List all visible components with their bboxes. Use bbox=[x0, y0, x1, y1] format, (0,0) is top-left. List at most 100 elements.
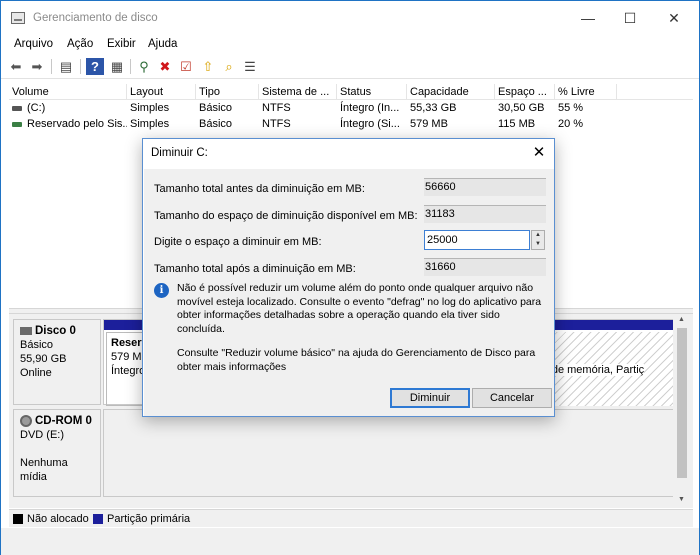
status-cell: Íntegro (In... bbox=[340, 102, 400, 114]
shrink-dialog: Diminuir C: ✕ Tamanho total antes da dim… bbox=[142, 138, 555, 417]
sistema-cell: NTFS bbox=[262, 118, 291, 130]
status-bar bbox=[1, 528, 699, 555]
spin-up-icon[interactable]: ▲ bbox=[532, 231, 544, 240]
help-text: Consulte "Reduzir volume básico" na ajud… bbox=[177, 347, 536, 373]
shrink-button[interactable]: Diminuir bbox=[390, 388, 470, 408]
layout-cell: Simples bbox=[130, 102, 170, 114]
capacidade-cell: 579 MB bbox=[410, 118, 448, 130]
capacidade-cell: 55,33 GB bbox=[410, 102, 457, 114]
menu-exibir[interactable]: Exibir bbox=[107, 38, 136, 50]
cdrom-media: Nenhuma mídia bbox=[20, 457, 68, 483]
volume-icon bbox=[12, 105, 22, 111]
disk-management-icon bbox=[11, 12, 25, 24]
connect-icon[interactable]: ⚲ bbox=[135, 58, 153, 75]
search-folder-icon[interactable]: ⌕ bbox=[220, 58, 238, 75]
close-button[interactable]: ✕ bbox=[651, 1, 697, 35]
primary-swatch bbox=[93, 514, 103, 524]
minimize-button[interactable]: — bbox=[565, 1, 611, 35]
cdrom0-label[interactable]: CD-ROM 0 DVD (E:) Nenhuma mídia bbox=[13, 409, 101, 497]
volume-cell: Reservado pelo Sis... bbox=[9, 116, 127, 132]
legend-unallocated: Não alocado bbox=[27, 513, 89, 525]
forward-icon[interactable]: ➡ bbox=[28, 58, 46, 75]
espaco-cell: 115 MB bbox=[498, 118, 536, 130]
cdrom-icon bbox=[20, 414, 32, 427]
toolbar-separator bbox=[51, 59, 52, 74]
partition-size: 579 M bbox=[111, 351, 142, 363]
dialog-close-icon[interactable]: ✕ bbox=[524, 139, 554, 167]
disk0-size: 55,90 GB bbox=[20, 353, 67, 365]
column-espaco[interactable]: Espaço ... bbox=[495, 84, 555, 100]
column-tipo[interactable]: Tipo bbox=[196, 84, 259, 100]
total-after-value: 31660 bbox=[424, 258, 546, 276]
menu-ajuda[interactable]: Ajuda bbox=[148, 38, 177, 50]
back-icon[interactable]: ⬅ bbox=[7, 58, 25, 75]
disk-icon bbox=[20, 326, 32, 335]
title-bar: Gerenciamento de disco — ☐ ✕ bbox=[1, 1, 699, 35]
available-value: 31183 bbox=[424, 205, 546, 223]
partition-status: Íntegro bbox=[111, 365, 146, 377]
info-text: Não é possível reduzir um volume além do… bbox=[177, 282, 542, 335]
scroll-up-icon[interactable]: ▲ bbox=[678, 316, 685, 323]
disk0-name: Disco 0 bbox=[35, 325, 76, 337]
volume-name: (C:) bbox=[27, 102, 46, 114]
column-sistema[interactable]: Sistema de ... bbox=[259, 84, 337, 100]
toolbar: ⬅ ➡ ▤ ? ▦ ⚲ ✖ ☑ ⇧ ⌕ ☰ bbox=[1, 55, 699, 79]
menu-acao[interactable]: Ação bbox=[67, 38, 93, 50]
maximize-button[interactable]: ☐ bbox=[607, 1, 653, 35]
available-label: Tamanho do espaço de diminuição disponív… bbox=[154, 210, 418, 222]
livre-cell: 55 % bbox=[558, 102, 584, 114]
info-icon: i bbox=[154, 283, 169, 298]
cdrom-drive: DVD (E:) bbox=[20, 429, 64, 441]
spin-down-icon[interactable]: ▼ bbox=[532, 240, 544, 249]
menu-arquivo[interactable]: Arquivo bbox=[14, 38, 53, 50]
shrink-amount-input[interactable]: 25000 bbox=[424, 230, 530, 250]
disk0-type: Básico bbox=[20, 339, 54, 351]
disk0-label[interactable]: Disco 0 Básico 55,90 GB Online bbox=[13, 319, 101, 405]
total-after-label: Tamanho total após a diminuição em MB: bbox=[154, 263, 356, 275]
delete-icon[interactable]: ✖ bbox=[156, 58, 174, 75]
layout-cell: Simples bbox=[130, 118, 170, 130]
toolbar-separator bbox=[80, 59, 81, 74]
cdrom0-area bbox=[103, 409, 679, 497]
volume-list-header: Volume Layout Tipo Sistema de ... Status… bbox=[9, 84, 693, 100]
legend-primary: Partição primária bbox=[107, 513, 191, 525]
amount-stepper[interactable]: ▲ ▼ bbox=[531, 230, 545, 250]
unallocated-swatch bbox=[13, 514, 23, 524]
tipo-cell: Básico bbox=[199, 118, 233, 130]
livre-cell: 20 % bbox=[558, 118, 584, 130]
console-tree-icon[interactable]: ▤ bbox=[57, 58, 75, 75]
toolbar-separator bbox=[130, 59, 131, 74]
checkmark-icon[interactable]: ☑ bbox=[177, 58, 195, 75]
column-livre[interactable]: % Livre bbox=[555, 84, 617, 100]
column-volume[interactable]: Volume bbox=[9, 84, 127, 100]
disk0-state: Online bbox=[20, 367, 52, 379]
legend: Não alocado Partição primária bbox=[9, 509, 693, 527]
dialog-body: Tamanho total antes da diminuição em MB:… bbox=[144, 169, 554, 416]
sistema-cell: NTFS bbox=[262, 102, 291, 114]
volume-cell: (C:) bbox=[9, 100, 127, 116]
cdrom-name: CD-ROM 0 bbox=[35, 415, 92, 427]
cancel-button[interactable]: Cancelar bbox=[472, 388, 552, 408]
dialog-title: Diminuir C: bbox=[151, 147, 208, 159]
help-icon[interactable]: ? bbox=[86, 58, 104, 75]
properties-icon[interactable]: ▦ bbox=[108, 58, 126, 75]
vertical-scrollbar[interactable]: ▲ ▼ bbox=[673, 314, 691, 508]
volume-name: Reservado pelo Sis... bbox=[27, 118, 127, 130]
up-folder-icon[interactable]: ⇧ bbox=[199, 58, 217, 75]
tipo-cell: Básico bbox=[199, 102, 233, 114]
menu-bar: Arquivo Ação Exibir Ajuda bbox=[1, 35, 699, 55]
volume-icon bbox=[12, 121, 22, 127]
column-status[interactable]: Status bbox=[337, 84, 407, 100]
amount-label: Digite o espaço a diminuir em MB: bbox=[154, 236, 322, 248]
column-layout[interactable]: Layout bbox=[127, 84, 196, 100]
scroll-down-icon[interactable]: ▼ bbox=[678, 496, 685, 503]
column-capacidade[interactable]: Capacidade bbox=[407, 84, 495, 100]
status-cell: Íntegro (Si... bbox=[340, 118, 400, 130]
table-row[interactable]: (C:) Simples Básico NTFS Íntegro (In... … bbox=[9, 100, 693, 116]
total-before-value: 56660 bbox=[424, 178, 546, 196]
table-row[interactable]: Reservado pelo Sis... Simples Básico NTF… bbox=[9, 116, 693, 132]
espaco-cell: 30,50 GB bbox=[498, 102, 545, 114]
list-icon[interactable]: ☰ bbox=[241, 58, 259, 75]
scrollbar-thumb[interactable] bbox=[677, 328, 687, 478]
window-title: Gerenciamento de disco bbox=[33, 12, 158, 24]
